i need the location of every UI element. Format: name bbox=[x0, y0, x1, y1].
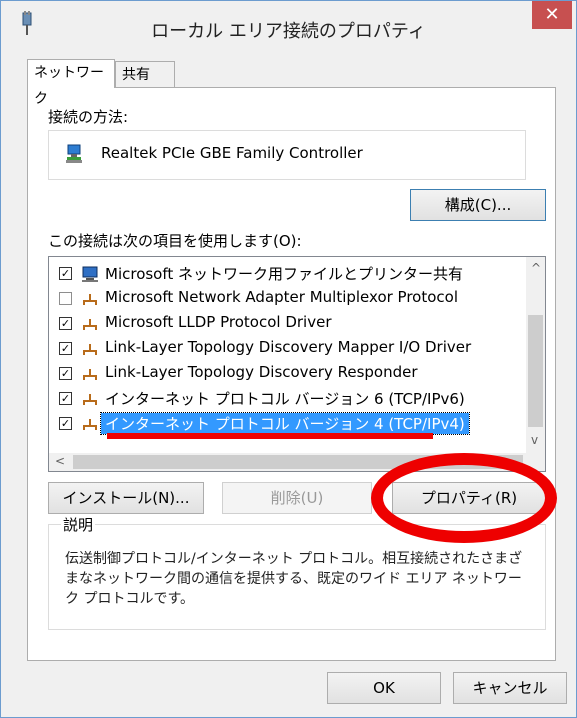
scroll-down-icon[interactable]: v bbox=[531, 433, 538, 447]
annotation-circle bbox=[371, 453, 557, 543]
protocol-icon bbox=[83, 294, 97, 305]
annotation-underline bbox=[107, 433, 433, 439]
close-icon: ✕ bbox=[544, 4, 560, 25]
list-item-label: Microsoft LLDP Protocol Driver bbox=[105, 313, 332, 331]
list-item-label: Microsoft ネットワーク用ファイルとプリンター共有 bbox=[105, 265, 464, 283]
adapter-box: Realtek PCIe GBE Family Controller bbox=[48, 130, 526, 180]
ok-button[interactable]: OK bbox=[327, 672, 441, 704]
network-adapter-icon bbox=[66, 144, 82, 163]
adapter-name: Realtek PCIe GBE Family Controller bbox=[101, 144, 363, 162]
install-button[interactable]: インストール(N)... bbox=[48, 482, 204, 514]
cancel-button[interactable]: キャンセル bbox=[453, 672, 567, 704]
items-label: この接続は次の項目を使用します(O): bbox=[48, 232, 302, 250]
list-item-file-printer-sharing[interactable]: ✓ Microsoft ネットワーク用ファイルとプリンター共有 bbox=[49, 261, 519, 286]
description-legend: 説明 bbox=[61, 514, 96, 535]
properties-dialog: ローカル エリア接続のプロパティ ✕ ネットワーク 共有 接続の方法: Real… bbox=[0, 0, 577, 718]
window-title: ローカル エリア接続のプロパティ bbox=[151, 21, 426, 42]
vertical-scrollbar[interactable]: ^ v bbox=[526, 257, 545, 454]
scroll-up-icon[interactable]: ^ bbox=[531, 261, 541, 275]
list-item-label: インターネット プロトコル バージョン 6 (TCP/IPv6) bbox=[105, 390, 465, 408]
title-bar[interactable]: ローカル エリア接続のプロパティ ✕ bbox=[1, 1, 576, 51]
list-item-label: インターネット プロトコル バージョン 4 (TCP/IPv4) bbox=[100, 412, 470, 435]
vertical-scroll-thumb[interactable] bbox=[528, 315, 543, 427]
checkbox-checked[interactable]: ✓ bbox=[59, 342, 72, 355]
checkbox-checked[interactable]: ✓ bbox=[59, 367, 72, 380]
list-item-lldp[interactable]: ✓ Microsoft LLDP Protocol Driver bbox=[49, 311, 519, 336]
checkbox-unchecked[interactable] bbox=[59, 292, 72, 305]
network-computer-icon bbox=[82, 266, 98, 282]
protocol-icon bbox=[83, 319, 97, 330]
protocol-icon bbox=[83, 344, 97, 355]
close-button[interactable]: ✕ bbox=[532, 1, 572, 29]
list-item-ipv6[interactable]: ✓ インターネット プロトコル バージョン 6 (TCP/IPv6) bbox=[49, 386, 519, 411]
connect-using-label: 接続の方法: bbox=[48, 108, 129, 126]
list-item-label: Link-Layer Topology Discovery Responder bbox=[105, 363, 418, 381]
protocol-icon bbox=[83, 394, 97, 405]
network-tab-panel: 接続の方法: Realtek PCIe GBE Family Controlle… bbox=[27, 87, 556, 661]
list-item-lltd-responder[interactable]: ✓ Link-Layer Topology Discovery Responde… bbox=[49, 361, 519, 386]
configure-button[interactable]: 構成(C)... bbox=[410, 189, 546, 221]
tab-network[interactable]: ネットワーク bbox=[27, 59, 115, 107]
scroll-left-icon[interactable]: < bbox=[55, 454, 65, 468]
uninstall-button[interactable]: 削除(U) bbox=[222, 482, 372, 514]
tab-sharing[interactable]: 共有 bbox=[115, 61, 175, 87]
list-item-multiplexor[interactable]: Microsoft Network Adapter Multiplexor Pr… bbox=[49, 286, 519, 311]
list-item-lltd-mapper[interactable]: ✓ Link-Layer Topology Discovery Mapper I… bbox=[49, 336, 519, 361]
checkbox-checked[interactable]: ✓ bbox=[59, 417, 72, 430]
list-item-label: Microsoft Network Adapter Multiplexor Pr… bbox=[105, 288, 458, 306]
checkbox-checked[interactable]: ✓ bbox=[59, 392, 72, 405]
list-item-label: Link-Layer Topology Discovery Mapper I/O… bbox=[105, 338, 472, 356]
component-list[interactable]: ✓ Microsoft ネットワーク用ファイルとプリンター共有 Microsof… bbox=[48, 256, 546, 472]
checkbox-checked[interactable]: ✓ bbox=[59, 267, 72, 280]
protocol-icon bbox=[83, 369, 97, 380]
protocol-icon bbox=[83, 419, 97, 430]
checkbox-checked[interactable]: ✓ bbox=[59, 317, 72, 330]
description-text: 伝送制御プロトコル/インターネット プロトコル。相互接続されたさまざまなネットワ… bbox=[65, 551, 523, 607]
